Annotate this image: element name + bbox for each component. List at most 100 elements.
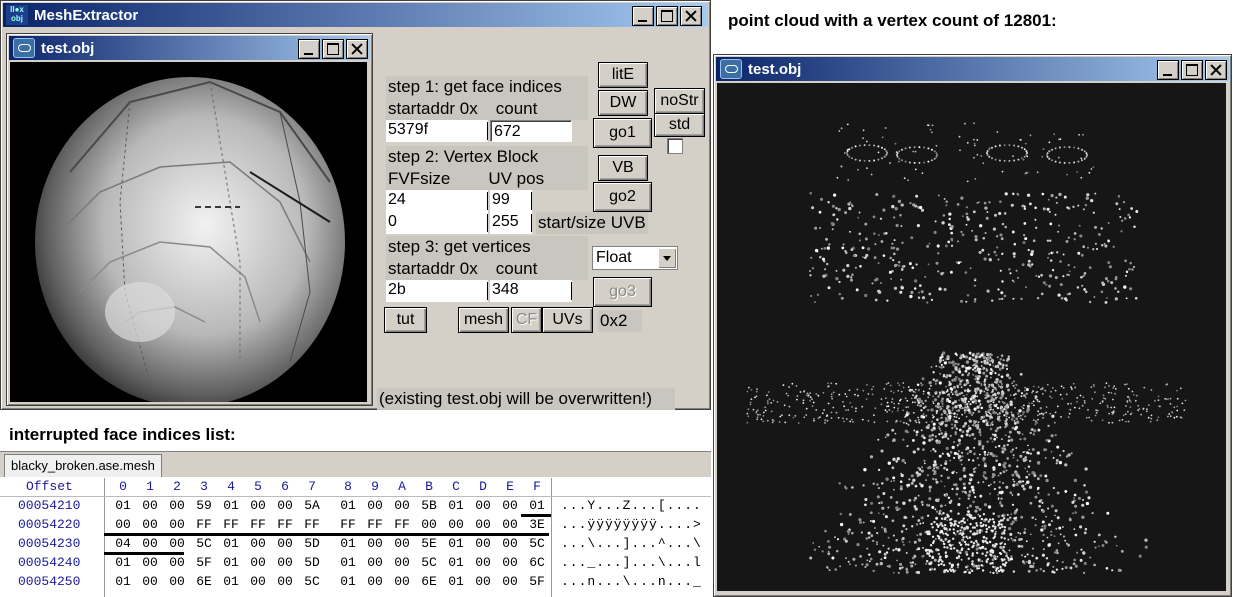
hex-byte[interactable]: 5C: [526, 536, 548, 551]
hex-byte[interactable]: 00: [499, 498, 521, 513]
step1-count-field[interactable]: 672: [490, 120, 572, 142]
meshextractor-titlebar[interactable]: ll●x obj MeshExtractor: [3, 3, 708, 27]
hex-byte[interactable]: 00: [139, 555, 161, 570]
nostr-button[interactable]: noStr: [654, 88, 705, 114]
hex-byte[interactable]: 5E: [418, 536, 440, 551]
tab-blacky-broken[interactable]: blacky_broken.ase.mesh: [4, 454, 162, 477]
hex-byte[interactable]: 00: [391, 574, 413, 589]
hex-byte[interactable]: FF: [274, 517, 296, 532]
tut-button[interactable]: tut: [384, 307, 427, 333]
hex-byte[interactable]: 00: [499, 517, 521, 532]
mesh-button[interactable]: mesh: [458, 307, 509, 333]
hex-view[interactable]: Offset 0 1 2 3 4 5 6 7 8 9 A B C D E F 0…: [0, 478, 711, 597]
hex-byte[interactable]: 00: [391, 536, 413, 551]
format-select[interactable]: Float: [592, 246, 678, 270]
minimize-icon[interactable]: [1157, 60, 1179, 80]
hex-byte[interactable]: 01: [526, 498, 548, 513]
hex-byte[interactable]: 5C: [301, 574, 323, 589]
pointcloud-titlebar[interactable]: test.obj: [716, 57, 1229, 81]
maximize-icon[interactable]: [1181, 60, 1203, 80]
hex-byte[interactable]: 6E: [193, 574, 215, 589]
uvs-button[interactable]: UVs: [542, 307, 593, 333]
hex-byte[interactable]: 00: [166, 574, 188, 589]
hex-byte[interactable]: 5C: [418, 555, 440, 570]
pointcloud-viewport[interactable]: [717, 83, 1226, 591]
hex-byte[interactable]: 00: [139, 536, 161, 551]
go3-button[interactable]: go3: [593, 277, 652, 307]
hex-byte[interactable]: 01: [337, 555, 359, 570]
hex-byte[interactable]: 00: [247, 574, 269, 589]
hex-byte[interactable]: 59: [193, 498, 215, 513]
hex-byte[interactable]: 01: [337, 574, 359, 589]
minimize-icon[interactable]: [298, 39, 320, 59]
child-titlebar[interactable]: test.obj: [9, 36, 370, 60]
hex-byte[interactable]: FF: [301, 517, 323, 532]
hex-byte[interactable]: FF: [247, 517, 269, 532]
hex-byte[interactable]: 01: [337, 498, 359, 513]
hex-byte[interactable]: 01: [112, 498, 134, 513]
close-icon[interactable]: [1205, 60, 1227, 80]
hex-row[interactable]: 00054250 01 00 00 6E 01 00 00 5C 01 00 00 6E 01 00 00 5F…: [0, 574, 711, 593]
go2-button[interactable]: go2: [593, 182, 652, 212]
hex-byte[interactable]: 00: [274, 574, 296, 589]
hex-byte[interactable]: 01: [445, 536, 467, 551]
hex-byte[interactable]: 04: [112, 536, 134, 551]
hex-byte[interactable]: 00: [247, 536, 269, 551]
hex-byte[interactable]: FF: [337, 517, 359, 532]
hex-byte[interactable]: 00: [472, 574, 494, 589]
hex-byte[interactable]: 01: [220, 555, 242, 570]
uv-pos-field[interactable]: 99: [490, 190, 532, 212]
hex-byte[interactable]: 5B: [418, 498, 440, 513]
hex-byte[interactable]: 3E: [526, 517, 548, 532]
maximize-icon[interactable]: [322, 39, 344, 59]
hex-byte[interactable]: 00: [472, 555, 494, 570]
hex-byte[interactable]: 5C: [193, 536, 215, 551]
hex-byte[interactable]: 00: [391, 555, 413, 570]
hex-byte[interactable]: 00: [139, 517, 161, 532]
std-checkbox[interactable]: [667, 138, 683, 154]
fvf-size-field[interactable]: 24: [386, 190, 488, 212]
hex-byte[interactable]: 01: [220, 574, 242, 589]
hex-row[interactable]: 00054240 01 00 00 5F 01 00 00 5D 01 00 00 5C 01 00 00 6C…: [0, 555, 711, 574]
hex-byte[interactable]: 01: [337, 536, 359, 551]
hex-byte[interactable]: 01: [220, 536, 242, 551]
hex-byte[interactable]: 00: [274, 555, 296, 570]
hex-byte[interactable]: 00: [166, 536, 188, 551]
hex-byte[interactable]: 6E: [418, 574, 440, 589]
hex-byte[interactable]: 00: [112, 517, 134, 532]
hex-byte[interactable]: 00: [139, 574, 161, 589]
hex-byte[interactable]: 00: [499, 536, 521, 551]
step1-addr-field[interactable]: 5379f: [386, 120, 488, 142]
hex-byte[interactable]: 00: [499, 574, 521, 589]
hex-byte[interactable]: 00: [166, 555, 188, 570]
step3-addr-field[interactable]: 2b: [386, 280, 488, 302]
hex-byte[interactable]: 00: [472, 536, 494, 551]
hex-byte[interactable]: 01: [112, 574, 134, 589]
hex-byte[interactable]: 5D: [301, 555, 323, 570]
minimize-icon[interactable]: [632, 6, 654, 26]
std-button[interactable]: std: [654, 113, 705, 137]
step3-count-field[interactable]: 348: [490, 280, 572, 302]
hex-byte[interactable]: 00: [472, 498, 494, 513]
hex-byte[interactable]: 00: [364, 574, 386, 589]
dw-button[interactable]: DW: [598, 90, 648, 116]
hex-byte[interactable]: 00: [364, 555, 386, 570]
cf-button[interactable]: CF: [511, 307, 542, 333]
hex-byte[interactable]: 5A: [301, 498, 323, 513]
chevron-down-icon[interactable]: [658, 248, 676, 268]
lite-button[interactable]: litE: [598, 62, 648, 88]
hex-byte[interactable]: 01: [445, 555, 467, 570]
mesh-viewport[interactable]: [10, 62, 367, 407]
hex-row[interactable]: 00054210 01 00 00 59 01 00 00 5A 01 00 00 5B 01 00 00 01…: [0, 498, 711, 517]
hex-byte[interactable]: 5D: [301, 536, 323, 551]
hex-byte[interactable]: 00: [364, 498, 386, 513]
hex-byte[interactable]: 00: [166, 498, 188, 513]
hex-byte[interactable]: FF: [220, 517, 242, 532]
hex-byte[interactable]: 00: [139, 498, 161, 513]
hex-byte[interactable]: 00: [274, 536, 296, 551]
hex-byte[interactable]: 01: [445, 498, 467, 513]
hex-byte[interactable]: 5F: [193, 555, 215, 570]
hex-byte[interactable]: 00: [274, 498, 296, 513]
uvb-start-field[interactable]: 0: [386, 212, 488, 234]
hex-byte[interactable]: 00: [499, 555, 521, 570]
